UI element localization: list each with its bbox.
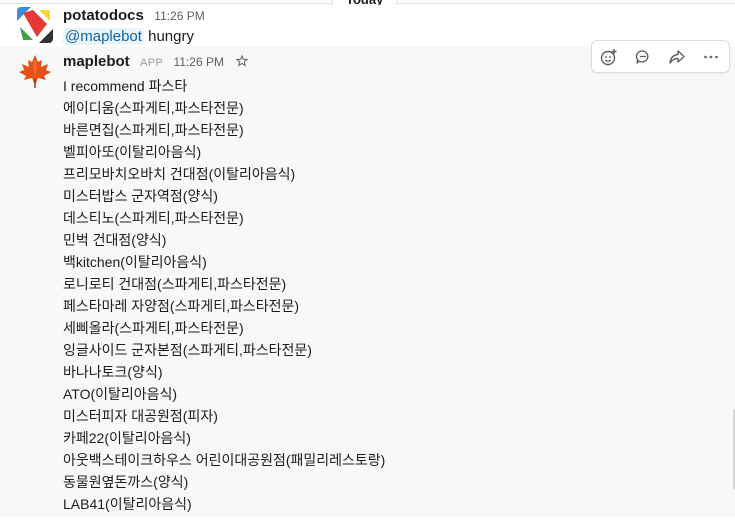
timestamp[interactable]: 11:26 PM xyxy=(154,9,204,23)
message-body: hungry xyxy=(148,28,194,45)
message-line: I recommend 파스타 xyxy=(63,78,188,94)
reply-thread-button[interactable] xyxy=(626,41,660,72)
reply-thread-icon xyxy=(635,49,649,64)
message-line: 바나나토크(양식) xyxy=(63,364,163,380)
user-mention[interactable]: @maplebot xyxy=(63,28,144,45)
share-icon xyxy=(669,49,685,64)
message-line: 세삐올라(스파게티,파스타전문) xyxy=(63,320,244,336)
more-actions-icon xyxy=(704,55,718,58)
message-line: 로니로티 건대점(스파게티,파스타전문) xyxy=(63,276,287,292)
message-actions-toolbar xyxy=(591,40,730,73)
message-text: @maplebot hungry xyxy=(63,26,194,48)
message-line: 백kitchen(이탈리아음식) xyxy=(63,254,207,270)
avatar[interactable] xyxy=(17,7,53,43)
star-icon[interactable] xyxy=(236,53,249,73)
message-line: 에이디움(스파게티,파스타전문) xyxy=(63,100,244,116)
message-maplebot[interactable]: maplebot APP 11:26 PM I recommend 파스타 에이… xyxy=(0,47,735,517)
message-line: 프리모바치오바치 건대점(이탈리아음식) xyxy=(63,166,296,182)
message-line: 데스티노(스파게티,파스타전문) xyxy=(63,210,244,226)
message-line: 카페22(이탈리아음식) xyxy=(63,430,191,446)
message-line: 페스타마레 자양점(스파게티,파스타전문) xyxy=(63,298,300,314)
app-badge: APP xyxy=(140,57,164,69)
message-body: I recommend 파스타 에이디움(스파게티,파스타전문) 바른면집(스파… xyxy=(63,75,385,515)
message-line: 미스터피자 대공원점(피자) xyxy=(63,408,218,424)
message-line: LAB41(이탈리아음식) xyxy=(63,496,192,512)
message-line: 아웃백스테이크하우스 어린이대공원점(패밀리레스토랑) xyxy=(63,452,386,468)
message-line: 미스터밥스 군자역점(양식) xyxy=(63,188,218,204)
message-header: maplebot APP 11:26 PM xyxy=(63,52,249,73)
add-reaction-icon xyxy=(600,48,617,65)
message-line: 동물원옆돈까스(양식) xyxy=(63,474,189,490)
share-message-button[interactable] xyxy=(660,41,694,72)
potatodocs-avatar-icon xyxy=(17,7,53,43)
message-line: ATO(이탈리아음식) xyxy=(63,386,178,402)
sender-name[interactable]: potatodocs xyxy=(63,7,144,24)
message-header: potatodocs 11:26 PM xyxy=(63,6,205,26)
maple-leaf-icon xyxy=(19,55,51,88)
message-line: 벨피아또(이탈리아음식) xyxy=(63,144,202,160)
message-line: 바른면집(스파게티,파스타전문) xyxy=(63,122,244,138)
more-actions-button[interactable] xyxy=(694,41,728,72)
sender-name[interactable]: maplebot xyxy=(63,53,130,70)
message-line: 잉글사이드 군자본점(스파게티,파스타전문) xyxy=(63,342,312,358)
message-line: 민벅 건대점(양식) xyxy=(63,232,167,248)
avatar[interactable] xyxy=(17,53,53,89)
timestamp[interactable]: 11:26 PM xyxy=(174,55,224,69)
add-reaction-button[interactable] xyxy=(592,41,626,72)
